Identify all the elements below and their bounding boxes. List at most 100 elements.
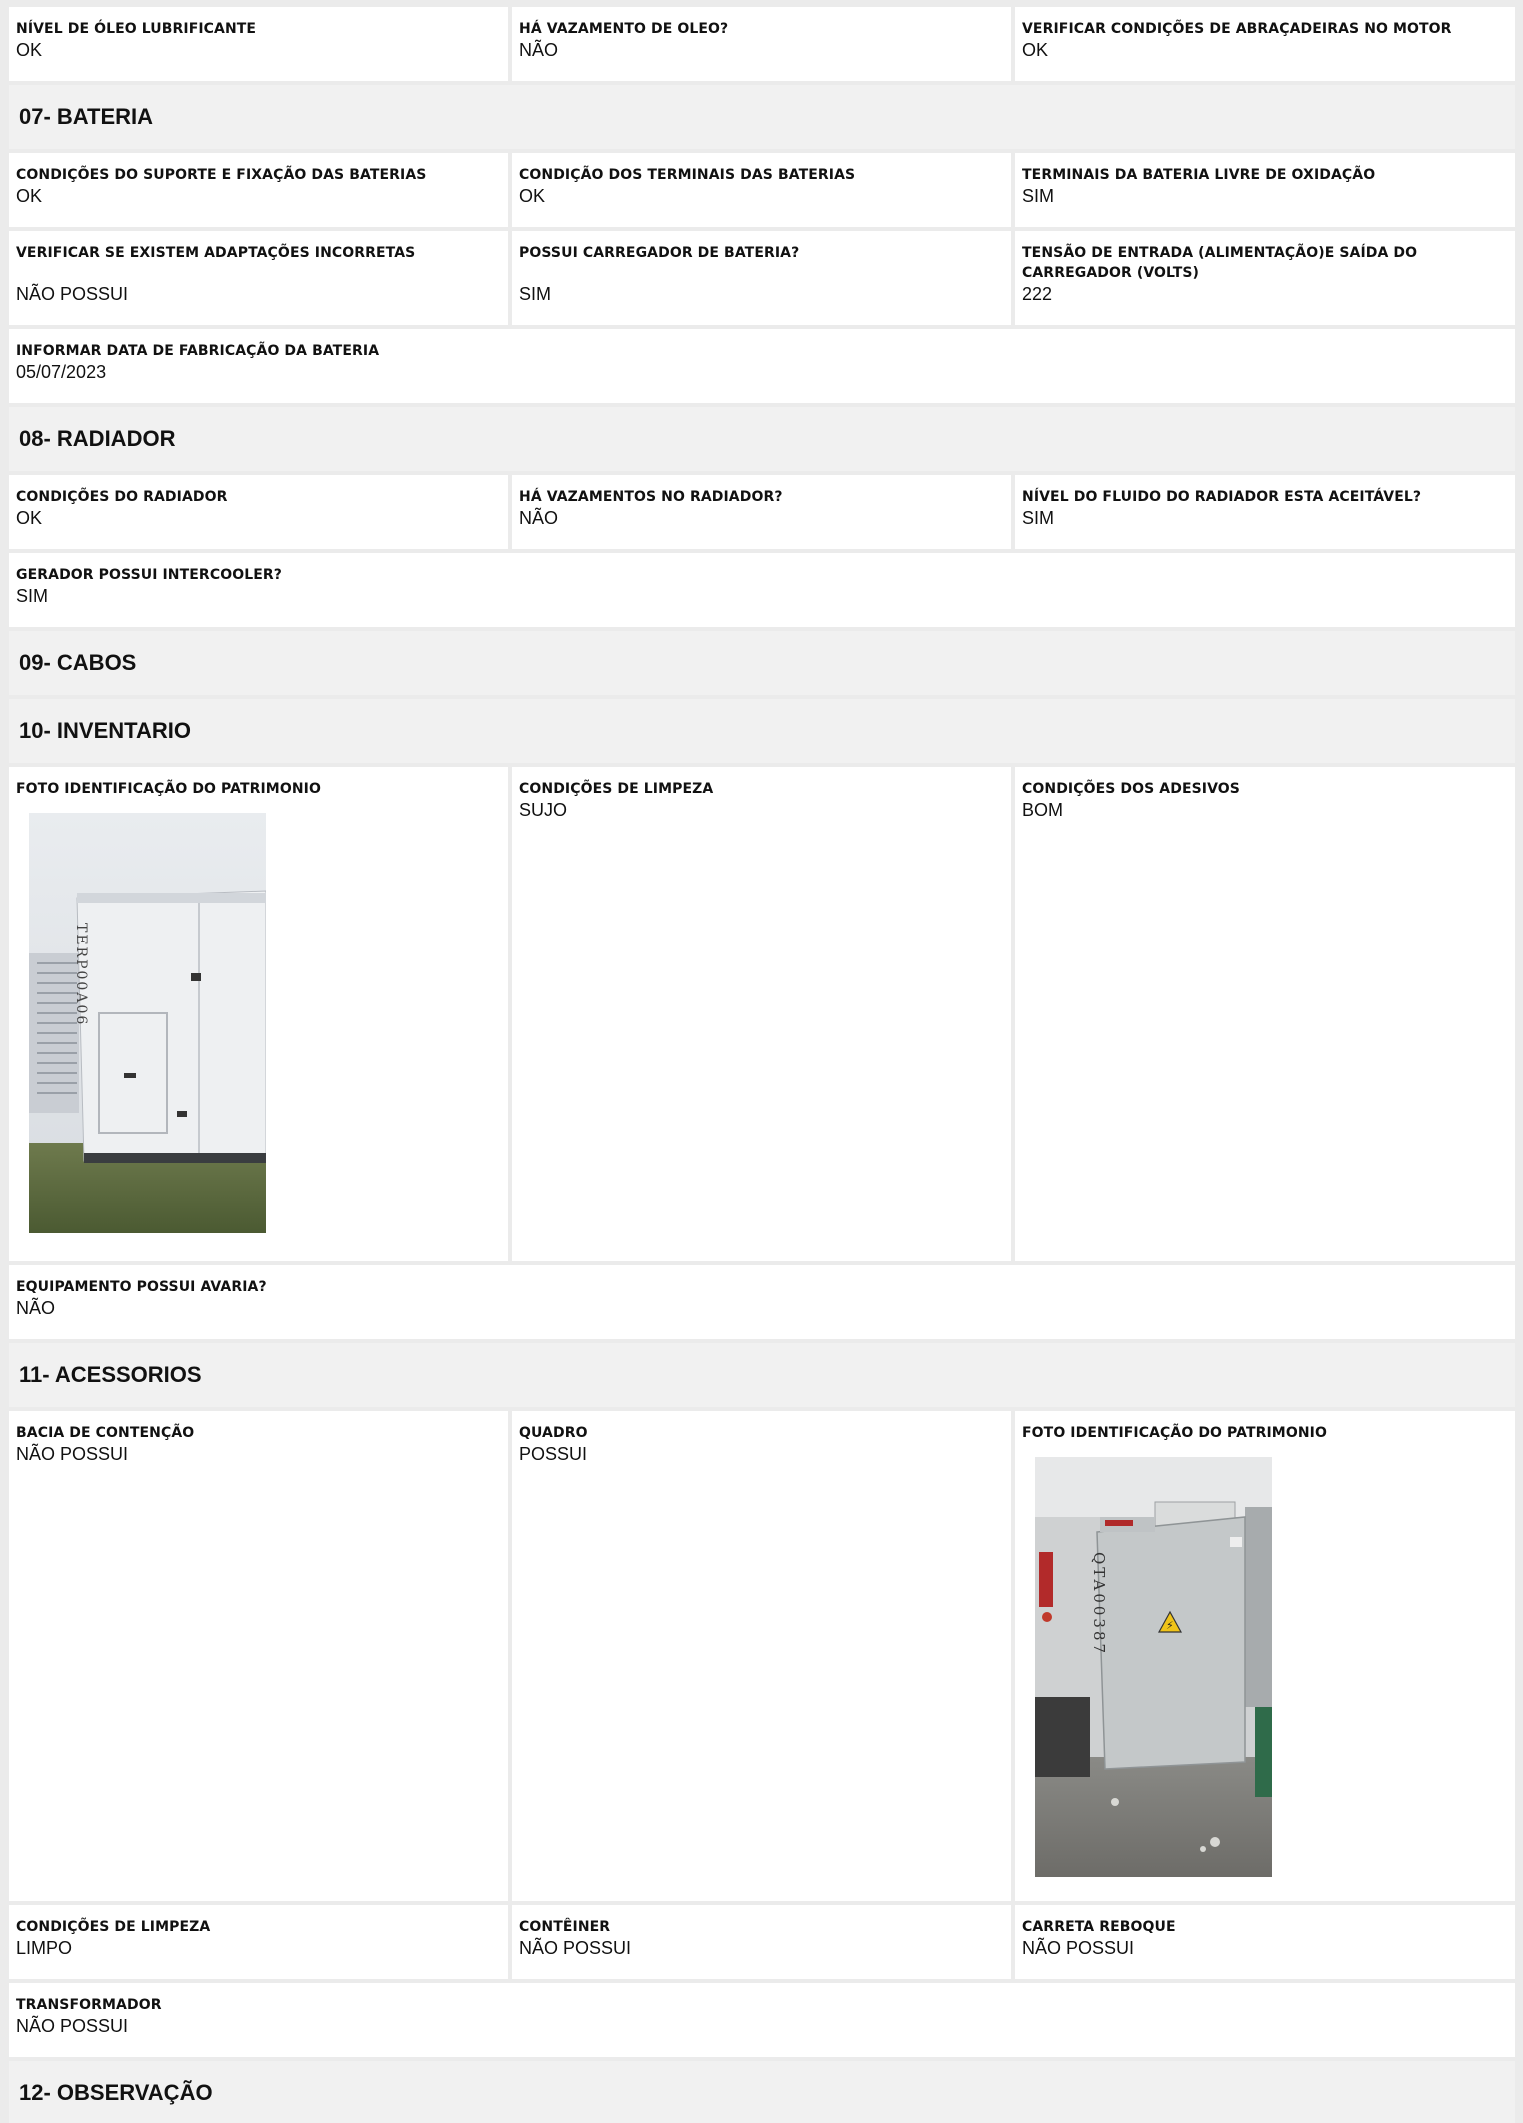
field-nivel-oleo: NÍVEL DE ÓLEO LUBRIFICANTE OK: [9, 7, 508, 81]
field-label: VERIFICAR SE EXISTEM ADAPTAÇÕES INCORRET…: [16, 245, 416, 261]
field-value: NÃO POSSUI: [519, 1938, 632, 1958]
field-value: NÃO POSSUI: [16, 1444, 129, 1464]
panel-image: ⚡ QTA00387: [1035, 1457, 1272, 1877]
field-label: CONDIÇÕES DE LIMPEZA: [16, 1919, 211, 1935]
field-label: CONDIÇÕES DOS ADESIVOS: [1022, 781, 1240, 797]
field-label: BACIA DE CONTENÇÃO: [16, 1425, 195, 1441]
section-header-inventario: 10- INVENTARIO: [9, 699, 1515, 763]
field-label: CONDIÇÕES DE LIMPEZA: [519, 781, 714, 797]
row-acessorios-2: CONDIÇÕES DE LIMPEZA LIMPO CONTÊINER NÃO…: [9, 1905, 1515, 1979]
row-bateria-1: CONDIÇÕES DO SUPORTE E FIXAÇÃO DAS BATER…: [9, 153, 1515, 227]
field-label: QUADRO: [519, 1425, 588, 1441]
field-suporte-baterias: CONDIÇÕES DO SUPORTE E FIXAÇÃO DAS BATER…: [9, 153, 508, 227]
field-value: NÃO: [16, 1298, 56, 1318]
field-vazamentos-radiador: HÁ VAZAMENTOS NO RADIADOR? NÃO: [512, 475, 1011, 549]
field-label: TENSÃO DE ENTRADA (ALIMENTAÇÃO)E SAÍDA D…: [1022, 245, 1418, 281]
field-nivel-fluido: NÍVEL DO FLUIDO DO RADIADOR ESTA ACEITÁV…: [1015, 475, 1515, 549]
field-label: CONDIÇÃO DOS TERMINAIS DAS BATERIAS: [519, 167, 856, 183]
section-title: 11- ACESSORIOS: [19, 1362, 202, 1387]
field-value: SIM: [1022, 186, 1055, 206]
field-value: NÃO: [519, 40, 559, 60]
field-condicoes-limpeza: CONDIÇÕES DE LIMPEZA SUJO: [512, 767, 1011, 1261]
generator-image: TERP00A06: [29, 813, 266, 1233]
field-value: OK: [16, 40, 43, 60]
row-inventario-2: EQUIPAMENTO POSSUI AVARIA? NÃO: [9, 1265, 1515, 1339]
field-label: HÁ VAZAMENTO DE OLEO?: [519, 21, 729, 37]
field-value: OK: [1022, 40, 1049, 60]
field-label: FOTO IDENTIFICAÇÃO DO PATRIMONIO: [16, 781, 321, 797]
field-value: 222: [1022, 284, 1053, 304]
field-label: POSSUI CARREGADOR DE BATERIA?: [519, 245, 800, 261]
section-header-bateria: 07- BATERIA: [9, 85, 1515, 149]
field-tensao-carregador: TENSÃO DE ENTRADA (ALIMENTAÇÃO)E SAÍDA D…: [1015, 231, 1515, 325]
row-motor: NÍVEL DE ÓLEO LUBRIFICANTE OK HÁ VAZAMEN…: [9, 7, 1515, 81]
field-value: OK: [16, 508, 43, 528]
field-value: LIMPO: [16, 1938, 73, 1958]
field-value: BOM: [1022, 800, 1064, 820]
field-value: SUJO: [519, 800, 568, 820]
row-inventario-1: FOTO IDENTIFICAÇÃO DO PATRIMONIO TERP00A…: [9, 767, 1515, 1261]
field-terminais-baterias: CONDIÇÃO DOS TERMINAIS DAS BATERIAS OK: [512, 153, 1011, 227]
field-label: CONDIÇÕES DO RADIADOR: [16, 489, 228, 505]
field-conteiner: CONTÊINER NÃO POSSUI: [512, 1905, 1011, 1979]
row-bateria-3: INFORMAR DATA DE FABRICAÇÃO DA BATERIA 0…: [9, 329, 1515, 403]
row-radiador-1: CONDIÇÕES DO RADIADOR OK HÁ VAZAMENTOS N…: [9, 475, 1515, 549]
field-label: NÍVEL DO FLUIDO DO RADIADOR ESTA ACEITÁV…: [1022, 489, 1422, 505]
field-label: EQUIPAMENTO POSSUI AVARIA?: [16, 1279, 267, 1295]
row-acessorios-1: BACIA DE CONTENÇÃO NÃO POSSUI QUADRO POS…: [9, 1411, 1515, 1901]
field-adaptacoes: VERIFICAR SE EXISTEM ADAPTAÇÕES INCORRET…: [9, 231, 508, 325]
field-bacia-contencao: BACIA DE CONTENÇÃO NÃO POSSUI: [9, 1411, 508, 1901]
row-bateria-2: VERIFICAR SE EXISTEM ADAPTAÇÕES INCORRET…: [9, 231, 1515, 325]
field-condicoes-adesivos: CONDIÇÕES DOS ADESIVOS BOM: [1015, 767, 1515, 1261]
field-value: OK: [16, 186, 43, 206]
field-label: CARRETA REBOQUE: [1022, 1919, 1176, 1935]
asset-tag-text: QTA00387: [1090, 1552, 1108, 1656]
field-label: NÍVEL DE ÓLEO LUBRIFICANTE: [16, 21, 257, 37]
inspection-report: NÍVEL DE ÓLEO LUBRIFICANTE OK HÁ VAZAMEN…: [9, 7, 1515, 2123]
field-value: NÃO POSSUI: [16, 2016, 129, 2036]
section-title: 07- BATERIA: [19, 104, 154, 129]
field-value: OK: [519, 186, 546, 206]
section-header-cabos: 09- CABOS: [9, 631, 1515, 695]
field-condicoes-radiador: CONDIÇÕES DO RADIADOR OK: [9, 475, 508, 549]
field-foto-patrimonio-qta: FOTO IDENTIFICAÇÃO DO PATRIMONIO ⚡ QTA00…: [1015, 1411, 1515, 1901]
field-label: CONDIÇÕES DO SUPORTE E FIXAÇÃO DAS BATER…: [16, 167, 427, 183]
asset-tag-text: TERP00A06: [73, 923, 89, 1026]
field-abracadeiras: VERIFICAR CONDIÇÕES DE ABRAÇADEIRAS NO M…: [1015, 7, 1515, 81]
field-vazamento-oleo: HÁ VAZAMENTO DE OLEO? NÃO: [512, 7, 1011, 81]
section-header-acessorios: 11- ACESSORIOS: [9, 1343, 1515, 1407]
field-oxidacao: TERMINAIS DA BATERIA LIVRE DE OXIDAÇÃO S…: [1015, 153, 1515, 227]
field-label: VERIFICAR CONDIÇÕES DE ABRAÇADEIRAS NO M…: [1022, 21, 1452, 37]
field-value: NÃO POSSUI: [1022, 1938, 1135, 1958]
field-value: NÃO: [519, 508, 559, 528]
field-carregador: POSSUI CARREGADOR DE BATERIA? SIM: [512, 231, 1011, 325]
section-title: 10- INVENTARIO: [19, 718, 191, 743]
field-intercooler: GERADOR POSSUI INTERCOOLER? SIM: [9, 553, 1515, 627]
field-condicoes-limpeza-acessorios: CONDIÇÕES DE LIMPEZA LIMPO: [9, 1905, 508, 1979]
field-value: 05/07/2023: [16, 362, 107, 382]
field-label: TERMINAIS DA BATERIA LIVRE DE OXIDAÇÃO: [1022, 167, 1376, 183]
section-title: 09- CABOS: [19, 650, 137, 675]
field-carreta-reboque: CARRETA REBOQUE NÃO POSSUI: [1015, 1905, 1515, 1979]
section-header-observacao: 12- OBSERVAÇÃO: [9, 2061, 1515, 2123]
field-avaria: EQUIPAMENTO POSSUI AVARIA? NÃO: [9, 1265, 1515, 1339]
field-label: GERADOR POSSUI INTERCOOLER?: [16, 567, 282, 583]
generator-photo: TERP00A06: [29, 813, 266, 1233]
field-value: SIM: [519, 284, 552, 304]
field-label: CONTÊINER: [519, 1919, 611, 1935]
panel-photo: ⚡ QTA00387: [1035, 1457, 1272, 1877]
field-transformador: TRANSFORMADOR NÃO POSSUI: [9, 1983, 1515, 2057]
field-value: NÃO POSSUI: [16, 284, 129, 304]
section-title: 12- OBSERVAÇÃO: [19, 2080, 213, 2105]
row-acessorios-3: TRANSFORMADOR NÃO POSSUI: [9, 1983, 1515, 2057]
warning-icon: ⚡: [1166, 1619, 1174, 1632]
field-foto-patrimonio: FOTO IDENTIFICAÇÃO DO PATRIMONIO TERP00A…: [9, 767, 508, 1261]
field-data-fabricacao: INFORMAR DATA DE FABRICAÇÃO DA BATERIA 0…: [9, 329, 1515, 403]
field-label: FOTO IDENTIFICAÇÃO DO PATRIMONIO: [1022, 1425, 1327, 1441]
field-label: TRANSFORMADOR: [16, 1997, 162, 2013]
row-radiador-2: GERADOR POSSUI INTERCOOLER? SIM: [9, 553, 1515, 627]
field-quadro: QUADRO POSSUI: [512, 1411, 1011, 1901]
field-label: INFORMAR DATA DE FABRICAÇÃO DA BATERIA: [16, 343, 380, 359]
field-value: SIM: [16, 586, 49, 606]
section-header-radiador: 08- RADIADOR: [9, 407, 1515, 471]
